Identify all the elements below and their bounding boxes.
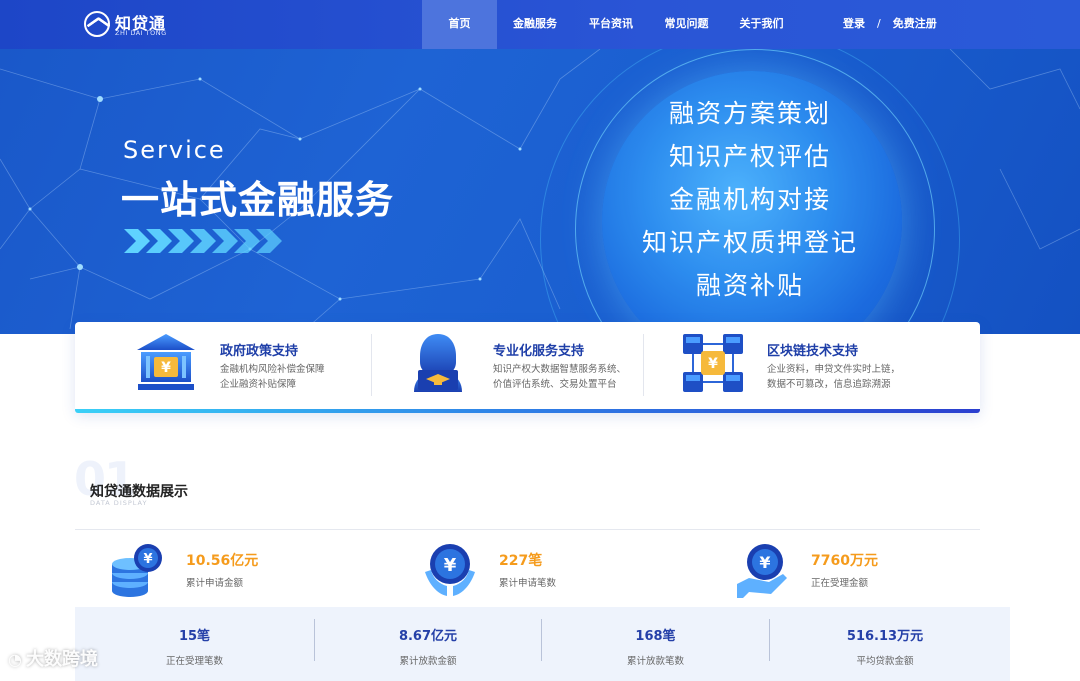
card-accent-line (75, 409, 980, 413)
service-item: 融资补贴 (695, 271, 804, 300)
feature-desc-line: 知识产权大数据智慧服务系统、 (493, 364, 627, 375)
register-link[interactable]: 免费注册 (893, 17, 937, 30)
yuan-hands-icon: ¥ (425, 544, 475, 596)
blockchain-icon: ¥ (683, 334, 743, 392)
feature-title: 区块链技术支持 (767, 344, 859, 359)
section-subtitle: DATA DISPLAY (90, 499, 148, 507)
bottom-stat-value: 8.67亿元 (398, 629, 458, 644)
service-item: 知识产权评估 (668, 142, 831, 171)
yuan-hand-icon: ¥ (737, 544, 787, 598)
feature-professional-service: 专业化服务支持 知识产权大数据智慧服务系统、 价值评估系统、交易处置平台 (405, 322, 655, 412)
feature-blockchain: ¥ 区块链技术支持 企业资料，申贷文件实时上链， 数据不可篡改，信息追踪溯源 (679, 322, 939, 412)
bottom-stat: 168笔 累计放款笔数 (542, 607, 769, 671)
auth-links: 登录 / 免费注册 (843, 0, 937, 49)
bottom-stat: 8.67亿元 累计放款金额 (315, 607, 541, 671)
watermark-text: 大数跨境 (25, 649, 98, 670)
bottom-stats-panel: 15笔 正在受理笔数 8.67亿元 累计放款金额 168笔 累计放款笔数 516… (75, 607, 1010, 681)
nav-platform-news[interactable]: 平台资讯 (573, 0, 649, 49)
svg-text:¥: ¥ (143, 552, 152, 567)
nav-home[interactable]: 首页 (422, 0, 497, 49)
bottom-stat-value: 516.13万元 (846, 629, 924, 644)
service-item: 融资方案策划 (668, 99, 831, 128)
feature-government-policy: ¥ 政府政策支持 金融机构风险补偿金保障 企业融资补贴保障 (130, 322, 370, 412)
stat-total-applied-amount: ¥ 10.56亿元 累计申请金额 (110, 542, 310, 600)
feature-divider (643, 334, 644, 396)
stat-processing-amount: ¥ 7760万元 正在受理金额 (735, 542, 935, 600)
svg-text:¥: ¥ (708, 356, 718, 372)
login-link[interactable]: 登录 (843, 17, 865, 30)
feature-desc: 知识产权大数据智慧服务系统、 价值评估系统、交易处置平台 (493, 362, 626, 392)
svg-text:¥: ¥ (161, 360, 171, 376)
feature-desc: 金融机构风险补偿金保障 企业融资补贴保障 (220, 362, 325, 392)
feature-desc-line: 价值评估系统、交易处置平台 (493, 379, 617, 390)
auth-separator: / (877, 17, 881, 30)
bottom-stat-label: 平均贷款金额 (856, 656, 914, 667)
bottom-stat-label: 正在受理笔数 (165, 656, 223, 667)
service-item: 知识产权质押登记 (641, 228, 858, 257)
logo[interactable]: 知贷通 ZHI DAI TONG (84, 10, 184, 40)
chevron-arrows-icon (124, 229, 282, 253)
logo-subtext: ZHI DAI TONG (115, 29, 167, 37)
nav-about-us[interactable]: 关于我们 (724, 0, 799, 49)
feature-card: ¥ 政府政策支持 金融机构风险补偿金保障 企业融资补贴保障 专业化服务支持 知识… (75, 322, 980, 412)
bottom-stat: 15笔 正在受理笔数 (75, 607, 314, 671)
stat-label: 累计申请金额 (186, 578, 244, 589)
feature-desc-line: 数据不可篡改，信息追踪溯源 (767, 379, 891, 390)
section-title: 知贷通数据展示 (90, 484, 188, 500)
nav-financial-services[interactable]: 金融服务 (497, 0, 573, 49)
stat-label: 累计申请笔数 (499, 578, 557, 589)
bottom-stat-label: 累计放款金额 (399, 656, 457, 667)
feature-desc: 企业资料，申贷文件实时上链， 数据不可篡改，信息追踪溯源 (767, 362, 900, 392)
hero-banner[interactable]: Service 一站式金融服务 融资方案策划 知识产权评估 金融机构对接 知识产… (0, 49, 1080, 334)
svg-text:¥: ¥ (759, 553, 770, 572)
service-en-heading: Service (123, 136, 226, 164)
stat-label: 正在受理金额 (811, 578, 869, 589)
section-divider (75, 529, 980, 530)
feature-desc-line: 金融机构风险补偿金保障 (220, 364, 325, 375)
bottom-stat-label: 累计放款笔数 (626, 656, 684, 667)
service-list: 融资方案策划 知识产权评估 金融机构对接 知识产权质押登记 融资补贴 (620, 92, 880, 307)
service-item: 金融机构对接 (668, 185, 831, 214)
feature-desc-line: 企业融资补贴保障 (220, 379, 297, 390)
stat-total-applications: ¥ 227笔 累计申请笔数 (423, 542, 623, 600)
logo-icon (84, 11, 110, 37)
stat-value: 7760万元 (811, 553, 878, 569)
top-nav: 知贷通 ZHI DAI TONG 首页 金融服务 平台资讯 常见问题 关于我们 … (0, 0, 1080, 49)
feature-title: 专业化服务支持 (493, 344, 585, 359)
watermark-logo-icon: ◔ (8, 650, 22, 669)
feature-desc-line: 企业资料，申贷文件实时上链， (767, 364, 901, 375)
feature-title: 政府政策支持 (220, 344, 299, 359)
stat-value: 10.56亿元 (186, 553, 259, 569)
feature-divider (371, 334, 372, 396)
bottom-stat-value: 168笔 (635, 629, 676, 644)
watermark: ◔ 大数跨境 (8, 645, 98, 675)
svg-text:¥: ¥ (444, 555, 457, 576)
nav-faq[interactable]: 常见问题 (649, 0, 724, 49)
stat-value: 227笔 (499, 553, 543, 569)
service-cn-heading: 一站式金融服务 (121, 178, 395, 222)
bottom-stat-value: 15笔 (178, 629, 211, 644)
bank-icon: ¥ (137, 334, 195, 390)
coin-stack-icon: ¥ (112, 544, 162, 597)
bottom-stat: 516.13万元 平均贷款金额 (770, 607, 1000, 671)
graduate-icon (414, 334, 462, 392)
